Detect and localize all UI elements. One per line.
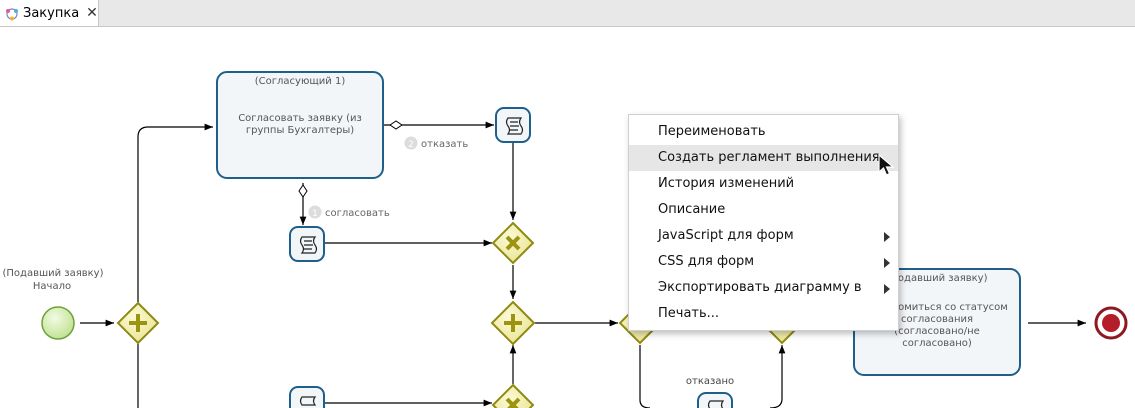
exclusive-gateway-lower[interactable] [491, 383, 535, 408]
task-role-label: (Согласующий 1) [254, 76, 346, 87]
menu-item-label: История изменений [658, 176, 795, 191]
menu-item-css-forms[interactable]: CSS для форм [629, 249, 898, 275]
menu-item-export-diagram[interactable]: Экспортировать диаграмму в [629, 275, 898, 301]
menu-item-javascript-forms[interactable]: JavaScript для форм [629, 223, 898, 249]
menu-item-print[interactable]: Печать... [629, 301, 898, 327]
menu-item-label: CSS для форм [658, 254, 755, 269]
conditional-flow-marker [389, 120, 403, 130]
end-event[interactable] [1094, 306, 1128, 340]
parallel-gateway-join[interactable] [490, 300, 536, 346]
script-task-rejected[interactable] [697, 392, 733, 408]
submenu-arrow-icon [884, 258, 890, 268]
menu-item-label: Переименовать [658, 124, 766, 139]
task-name-label: Согласовать заявку (из группы Бухгалтеры… [238, 113, 362, 136]
menu-item-label: Описание [658, 202, 726, 217]
flow-label-approve: согласовать [325, 208, 390, 219]
menu-item-rename[interactable]: Переименовать [629, 119, 898, 145]
script-task-lower[interactable] [289, 386, 325, 408]
submenu-arrow-icon [884, 284, 890, 294]
script-task-reject[interactable] [495, 107, 531, 143]
flow-order-number: 2 [408, 140, 414, 150]
menu-item-label: Создать регламент выполнения [658, 150, 880, 165]
submenu-arrow-icon [884, 232, 890, 242]
menu-item-create-regulation[interactable]: Создать регламент выполнения [629, 145, 898, 171]
parallel-gateway-start[interactable] [116, 301, 160, 345]
start-event[interactable] [41, 306, 75, 340]
flow-label-reject: отказать [421, 139, 468, 150]
diagram-canvas[interactable]: 2 отказать 1 согласовать отказано (Согла… [0, 27, 1135, 408]
bpmn-process-icon [5, 6, 19, 21]
mouse-cursor-icon [877, 153, 897, 181]
menu-item-history[interactable]: История изменений [629, 171, 898, 197]
script-task-approve[interactable] [289, 226, 325, 262]
exclusive-gateway-upper[interactable] [491, 221, 535, 265]
menu-item-label: Экспортировать диаграмму в [658, 280, 862, 295]
tab-title: Закупка [23, 5, 80, 21]
conditional-flow-marker [298, 184, 308, 198]
flow-order-number: 1 [312, 209, 318, 219]
menu-item-label: Печать... [658, 306, 720, 321]
flow-label-rejected: отказано [686, 376, 734, 387]
menu-item-label: JavaScript для форм [658, 228, 794, 243]
start-event-label: Начало [32, 281, 72, 292]
menu-item-description[interactable]: Описание [629, 197, 898, 223]
context-menu: Переименовать Создать регламент выполнен… [628, 114, 899, 331]
start-event-role: (Подавший заявку) [2, 268, 104, 279]
tab-zakupka[interactable]: Закупка ✕ [0, 0, 99, 26]
close-icon[interactable]: ✕ [86, 5, 98, 21]
editor-tab-bar: Закупка ✕ [0, 0, 1135, 27]
